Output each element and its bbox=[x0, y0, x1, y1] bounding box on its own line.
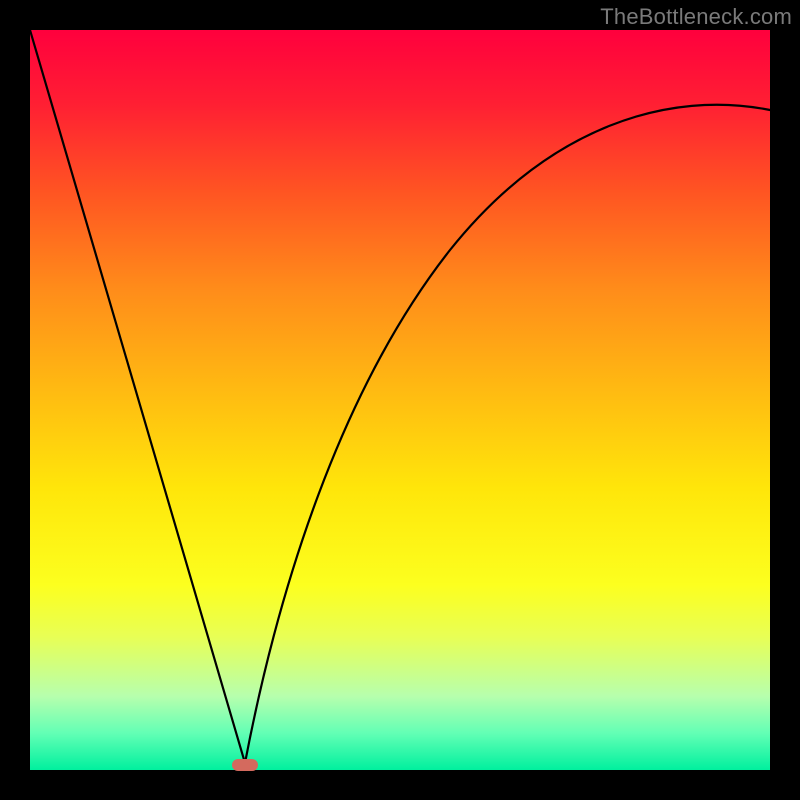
chart-frame: TheBottleneck.com bbox=[0, 0, 800, 800]
plot-area bbox=[30, 30, 770, 770]
minimum-marker bbox=[232, 759, 258, 771]
watermark-text: TheBottleneck.com bbox=[600, 4, 792, 30]
curve-right-branch bbox=[245, 105, 770, 763]
bottleneck-curve bbox=[30, 30, 770, 770]
curve-left-branch bbox=[30, 30, 245, 763]
